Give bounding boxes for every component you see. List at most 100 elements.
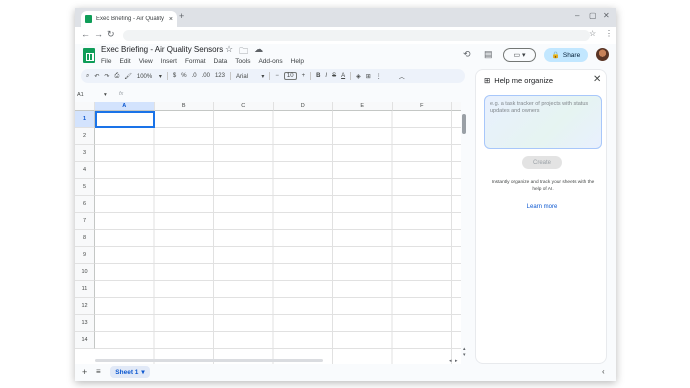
panel-header: ⊞ Help me organize	[484, 76, 553, 85]
window-close-button[interactable]: ✕	[603, 11, 610, 20]
increase-decimal-button[interactable]: .00	[202, 73, 210, 79]
percent-format-button[interactable]: %	[181, 73, 186, 79]
forward-icon[interactable]: →	[94, 29, 103, 39]
menu-format[interactable]: Format	[185, 58, 206, 65]
row-header-12[interactable]: 12	[75, 298, 95, 315]
version-history-icon[interactable]: ⟲	[463, 49, 471, 60]
font-size-decrease-button[interactable]: −	[275, 73, 279, 79]
menu-file[interactable]: File	[101, 58, 111, 65]
sheets-logo-icon[interactable]	[83, 48, 95, 63]
redo-icon[interactable]: ↷	[104, 73, 109, 80]
row-header-14[interactable]: 14	[75, 332, 95, 349]
formula-bar: A1 ▾ fx	[75, 91, 467, 101]
currency-format-button[interactable]: $	[173, 73, 176, 79]
menu-edit[interactable]: Edit	[119, 58, 130, 65]
column-header-g[interactable]: G	[452, 102, 461, 111]
italic-button[interactable]: I	[325, 73, 327, 79]
learn-more-link[interactable]: Learn more	[476, 204, 608, 210]
column-header-b[interactable]: B	[154, 102, 214, 111]
row-header-13[interactable]: 13	[75, 315, 95, 332]
collapse-side-panel-icon[interactable]: ‹	[602, 367, 605, 376]
strikethrough-button[interactable]: S	[332, 73, 336, 79]
row-header-11[interactable]: 11	[75, 281, 95, 298]
paint-format-icon[interactable]: 🖌	[124, 73, 132, 80]
create-button[interactable]: Create	[522, 156, 562, 169]
row-header-9[interactable]: 9	[75, 247, 95, 264]
sheet-tab-active[interactable]: Sheet 1 ▾	[110, 366, 150, 378]
close-icon[interactable]: ✕	[593, 74, 601, 85]
bookmark-star-icon[interactable]: ☆	[589, 29, 596, 38]
row-header-3[interactable]: 3	[75, 145, 95, 162]
document-title[interactable]: Exec Briefing - Air Quality Sensors	[101, 45, 223, 54]
column-header-e[interactable]: E	[333, 102, 393, 111]
browser-window: Exec Briefing - Air Quality Se × + – ▢ ✕…	[75, 8, 616, 381]
row-header-2[interactable]: 2	[75, 128, 95, 145]
avatar[interactable]	[596, 48, 609, 61]
undo-icon[interactable]: ↶	[94, 73, 99, 80]
maximize-button[interactable]: ▢	[589, 11, 597, 20]
font-name: Arial	[235, 73, 248, 80]
font-size-increase-button[interactable]: +	[302, 73, 306, 79]
bold-button[interactable]: B	[316, 73, 320, 79]
column-header-f[interactable]: F	[392, 102, 452, 111]
lock-icon: 🔒	[551, 52, 560, 59]
prompt-input[interactable]: e.g. a task tracker of projects with sta…	[484, 95, 602, 149]
back-icon[interactable]: ←	[81, 29, 90, 39]
menu-data[interactable]: Data	[214, 58, 228, 65]
omnibox[interactable]	[123, 30, 590, 41]
zoom-select[interactable]: 100% ▾	[137, 73, 162, 80]
decrease-decimal-button[interactable]: .0	[192, 73, 197, 79]
toolbar-divider	[310, 72, 312, 80]
search-menus-icon[interactable]: ⌕	[86, 73, 89, 80]
column-header-a[interactable]: A	[95, 102, 155, 111]
comments-icon[interactable]: ▤	[484, 49, 493, 60]
browser-menu-icon[interactable]: ⋮	[605, 29, 613, 38]
meet-button[interactable]: ▭ ▾	[503, 48, 536, 62]
row-header-6[interactable]: 6	[75, 196, 95, 213]
horizontal-scrollbar[interactable]	[95, 359, 323, 362]
row-header-7[interactable]: 7	[75, 213, 95, 230]
toolbar: ⌕ ↶ ↷ ⎙ 🖌 100% ▾ $ % .0 .00 123 Arial ▾ …	[81, 69, 465, 83]
all-sheets-icon[interactable]: ≡	[96, 367, 101, 376]
text-color-button[interactable]: A	[341, 73, 345, 79]
new-tab-button[interactable]: +	[179, 11, 184, 21]
tab-close-icon[interactable]: ×	[169, 16, 173, 23]
more-options-icon[interactable]: ⋮	[376, 73, 382, 80]
fill-color-icon[interactable]: ◈	[356, 73, 361, 80]
font-size-input[interactable]: 10	[283, 72, 297, 80]
column-header-d[interactable]: D	[273, 102, 333, 111]
active-cell[interactable]	[95, 111, 155, 128]
more-formats-button[interactable]: 123	[215, 73, 225, 79]
browser-tab[interactable]: Exec Briefing - Air Quality Se ×	[81, 11, 177, 27]
sheet-tab-menu-icon[interactable]: ▾	[141, 368, 144, 376]
row-header-5[interactable]: 5	[75, 179, 95, 196]
menu-addons[interactable]: Add-ons	[258, 58, 282, 65]
vertical-scrollbar[interactable]	[462, 114, 466, 134]
column-header-c[interactable]: C	[214, 102, 274, 111]
row-header-4[interactable]: 4	[75, 162, 95, 179]
select-all-corner[interactable]	[75, 102, 95, 111]
font-select[interactable]: Arial ▾	[236, 73, 264, 80]
sheet-bar: + ≡ Sheet 1 ▾ ‹	[75, 364, 616, 381]
name-box[interactable]: A1 ▾	[77, 92, 109, 98]
scroll-down-icon[interactable]: ▾	[463, 352, 466, 358]
add-sheet-icon[interactable]: +	[82, 367, 87, 377]
menu-insert[interactable]: Insert	[161, 58, 177, 65]
menu-tools[interactable]: Tools	[235, 58, 250, 65]
browser-tab-title: Exec Briefing - Air Quality Se	[96, 16, 166, 22]
borders-icon[interactable]: ⊞	[366, 73, 371, 80]
row-header-1[interactable]: 1	[75, 111, 95, 128]
menu-view[interactable]: View	[139, 58, 153, 65]
menu-help[interactable]: Help	[291, 58, 304, 65]
name-box-dropdown-icon[interactable]: ▾	[104, 92, 107, 98]
cell-area[interactable]	[95, 111, 461, 364]
help-me-organize-panel: ⊞ Help me organize ✕ e.g. a task tracker…	[475, 69, 607, 364]
row-header-10[interactable]: 10	[75, 264, 95, 281]
collapse-menus-icon[interactable]: ︿	[399, 72, 405, 81]
share-button[interactable]: 🔒 Share	[544, 48, 588, 62]
row-header-8[interactable]: 8	[75, 230, 95, 247]
print-icon[interactable]: ⎙	[114, 73, 119, 80]
minimize-button[interactable]: –	[575, 11, 579, 20]
panel-title: Help me organize	[494, 76, 554, 85]
reload-icon[interactable]: ↻	[107, 29, 115, 40]
